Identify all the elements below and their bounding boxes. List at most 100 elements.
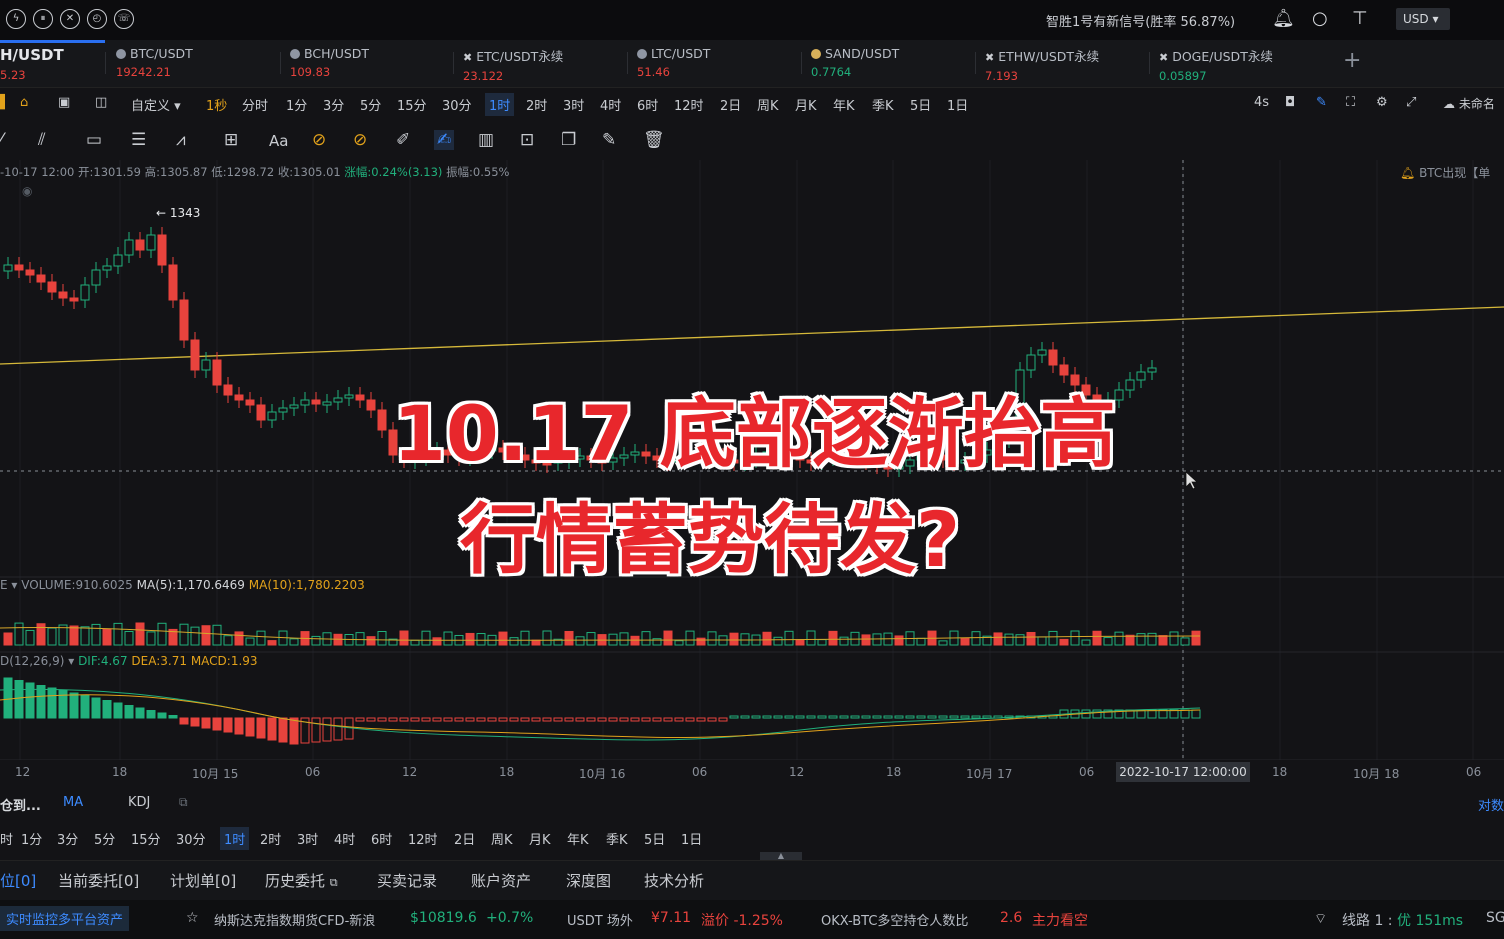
refresh-rate[interactable]: 4s	[1254, 95, 1269, 110]
tab-bch[interactable]: BCH/USDT 109.83	[290, 46, 369, 79]
interval2-item[interactable]: 1时	[220, 827, 250, 850]
tab-technical[interactable]: 技术分析	[644, 870, 704, 891]
tab-btc[interactable]: BTC/USDT 19242.21	[116, 46, 193, 79]
measure-tool-icon[interactable]: ⊞	[224, 130, 238, 150]
interval2-item[interactable]: 12时	[408, 829, 438, 848]
menu-icon[interactable]: ▌	[0, 95, 10, 110]
interval2-item[interactable]: 30分	[176, 829, 206, 848]
settings-icon[interactable]: ⚙	[1376, 95, 1388, 110]
tab-ltc[interactable]: LTC/USDT 51.46	[637, 46, 710, 79]
interval-quarter[interactable]: 季K	[872, 95, 894, 114]
interval-5m[interactable]: 5分	[360, 95, 381, 114]
interval2-item[interactable]: 5日	[644, 829, 665, 848]
interval2-item[interactable]: 时	[0, 829, 13, 848]
custom-interval[interactable]: 自定义 ▾	[131, 95, 181, 114]
home-icon[interactable]: ⌂	[20, 95, 28, 110]
candle-tool-icon[interactable]: ▥	[478, 130, 494, 150]
collapse-handle[interactable]: ▲	[760, 852, 802, 860]
interval-year[interactable]: 年K	[833, 95, 855, 114]
gauge-icon[interactable]: ◴	[87, 9, 107, 29]
interval2-item[interactable]: 周K	[491, 829, 513, 848]
interval2-item[interactable]: 5分	[94, 829, 115, 848]
bell-icon[interactable]: 🔔︎	[1272, 8, 1295, 29]
interval2-item[interactable]: 1日	[681, 829, 702, 848]
tab-positions[interactable]: 位[0]	[0, 870, 36, 891]
interval-month[interactable]: 月K	[795, 95, 817, 114]
fullscreen-icon[interactable]: ⛶	[1346, 95, 1355, 110]
pause-icon[interactable]: ⏸	[33, 9, 53, 29]
magnet-icon[interactable]: ⊘	[312, 130, 326, 150]
power-icon[interactable]: ϟ	[6, 9, 26, 29]
search-icon[interactable]: ○	[1312, 8, 1328, 29]
alert-ticker[interactable]: 🔔︎ BTC出现【单	[1400, 164, 1490, 181]
interval2-item[interactable]: 6时	[371, 829, 392, 848]
signal-notice[interactable]: 智胜1号有新信号(胜率 56.87%)	[1046, 11, 1235, 30]
interval2-item[interactable]: 4时	[334, 829, 355, 848]
grid-icon[interactable]: ◫	[95, 95, 107, 110]
interval-3m[interactable]: 3分	[323, 95, 344, 114]
shield-icon[interactable]: ✕	[60, 9, 80, 29]
interval-5d[interactable]: 5日	[910, 95, 931, 114]
tab-kdj[interactable]: KDJ	[128, 795, 150, 810]
star-icon[interactable]: ☆	[186, 910, 199, 926]
line-label[interactable]: 线路 1 :	[1342, 910, 1393, 930]
layout-icon[interactable]: ▣	[58, 95, 70, 110]
interval-tick[interactable]: 分时	[242, 95, 268, 114]
interval2-item[interactable]: 1分	[21, 829, 42, 848]
hide-drawings-icon[interactable]: ⊘	[353, 130, 367, 150]
interval2-item[interactable]: 3时	[297, 829, 318, 848]
interval2-item[interactable]: 季K	[606, 829, 628, 848]
shirt-icon[interactable]: ⊤	[1352, 8, 1368, 29]
tab-open-orders[interactable]: 当前委托[0]	[58, 870, 139, 891]
line-tool-icon[interactable]: ⁄	[0, 130, 3, 150]
currency-select[interactable]: USD ▾	[1396, 8, 1450, 30]
interval2-item[interactable]: 2日	[454, 829, 475, 848]
tab-sand[interactable]: SAND/USDT 0.7764	[811, 46, 899, 79]
tab-ethw[interactable]: ✖ ETHW/USDT永续 7.193	[985, 46, 1099, 83]
monitor-button[interactable]: 实时监控多平台资产	[0, 906, 130, 931]
interval-1m[interactable]: 1分	[286, 95, 307, 114]
copy-icon[interactable]: ❐	[561, 130, 576, 150]
log-scale-toggle[interactable]: 对数	[1478, 795, 1504, 814]
tab-depth[interactable]: 深度图	[566, 870, 611, 891]
rect-tool-icon[interactable]: ▭	[86, 130, 102, 150]
interval-3h[interactable]: 3时	[563, 95, 584, 114]
interval-12h[interactable]: 12时	[674, 95, 704, 114]
brush-icon[interactable]: ✍	[434, 130, 455, 150]
tab-etc[interactable]: ✖ ETC/USDT永续 23.122	[463, 46, 563, 83]
interval2-item[interactable]: 月K	[529, 829, 551, 848]
interval-week[interactable]: 周K	[757, 95, 779, 114]
interval-1h[interactable]: 1时	[485, 93, 515, 116]
interval-6h[interactable]: 6时	[637, 95, 658, 114]
wave-tool-icon[interactable]: ⩘	[176, 130, 186, 150]
interval-1s[interactable]: 1秒	[206, 95, 227, 114]
add-tab-icon[interactable]: +	[1343, 48, 1361, 73]
ruler-icon[interactable]: ✐	[396, 130, 410, 150]
interval-2d[interactable]: 2日	[720, 95, 741, 114]
tab-assets[interactable]: 账户资产	[471, 870, 531, 891]
tab-active-symbol[interactable]: H/USDT 5.23	[0, 46, 64, 82]
interval2-item[interactable]: 年K	[567, 829, 589, 848]
edit-indicator-icon[interactable]: ⧉	[179, 795, 188, 810]
trash-icon[interactable]: 🗑︎	[643, 130, 665, 150]
tab-order-history[interactable]: 历史委托 ⧉	[265, 870, 338, 891]
lock-icon[interactable]: ⊡	[520, 130, 534, 150]
phone-icon[interactable]: ☏	[114, 9, 134, 29]
interval-4h[interactable]: 4时	[600, 95, 621, 114]
camera-icon[interactable]: ◘	[1285, 95, 1295, 110]
interval-1d[interactable]: 1日	[947, 95, 968, 114]
interval2-item[interactable]: 3分	[57, 829, 78, 848]
expand-icon[interactable]: ⤢	[1406, 95, 1416, 110]
interval-2h[interactable]: 2时	[526, 95, 547, 114]
cloud-layout[interactable]: ☁ 未命名	[1443, 95, 1495, 112]
text-tool[interactable]: Aa	[269, 132, 288, 150]
eye-icon[interactable]: ◉	[22, 184, 32, 198]
tab-doge[interactable]: ✖ DOGE/USDT永续 0.05897	[1159, 46, 1273, 83]
tab-ma[interactable]: MA	[63, 795, 83, 810]
interval-15m[interactable]: 15分	[397, 95, 427, 114]
edit-icon[interactable]: ✎	[602, 130, 616, 150]
interval2-item[interactable]: 15分	[131, 829, 161, 848]
tab-position-alert[interactable]: 仓到...	[0, 795, 41, 814]
parallel-tool-icon[interactable]: ⫽	[38, 130, 46, 150]
tab-plan-orders[interactable]: 计划单[0]	[170, 870, 236, 891]
